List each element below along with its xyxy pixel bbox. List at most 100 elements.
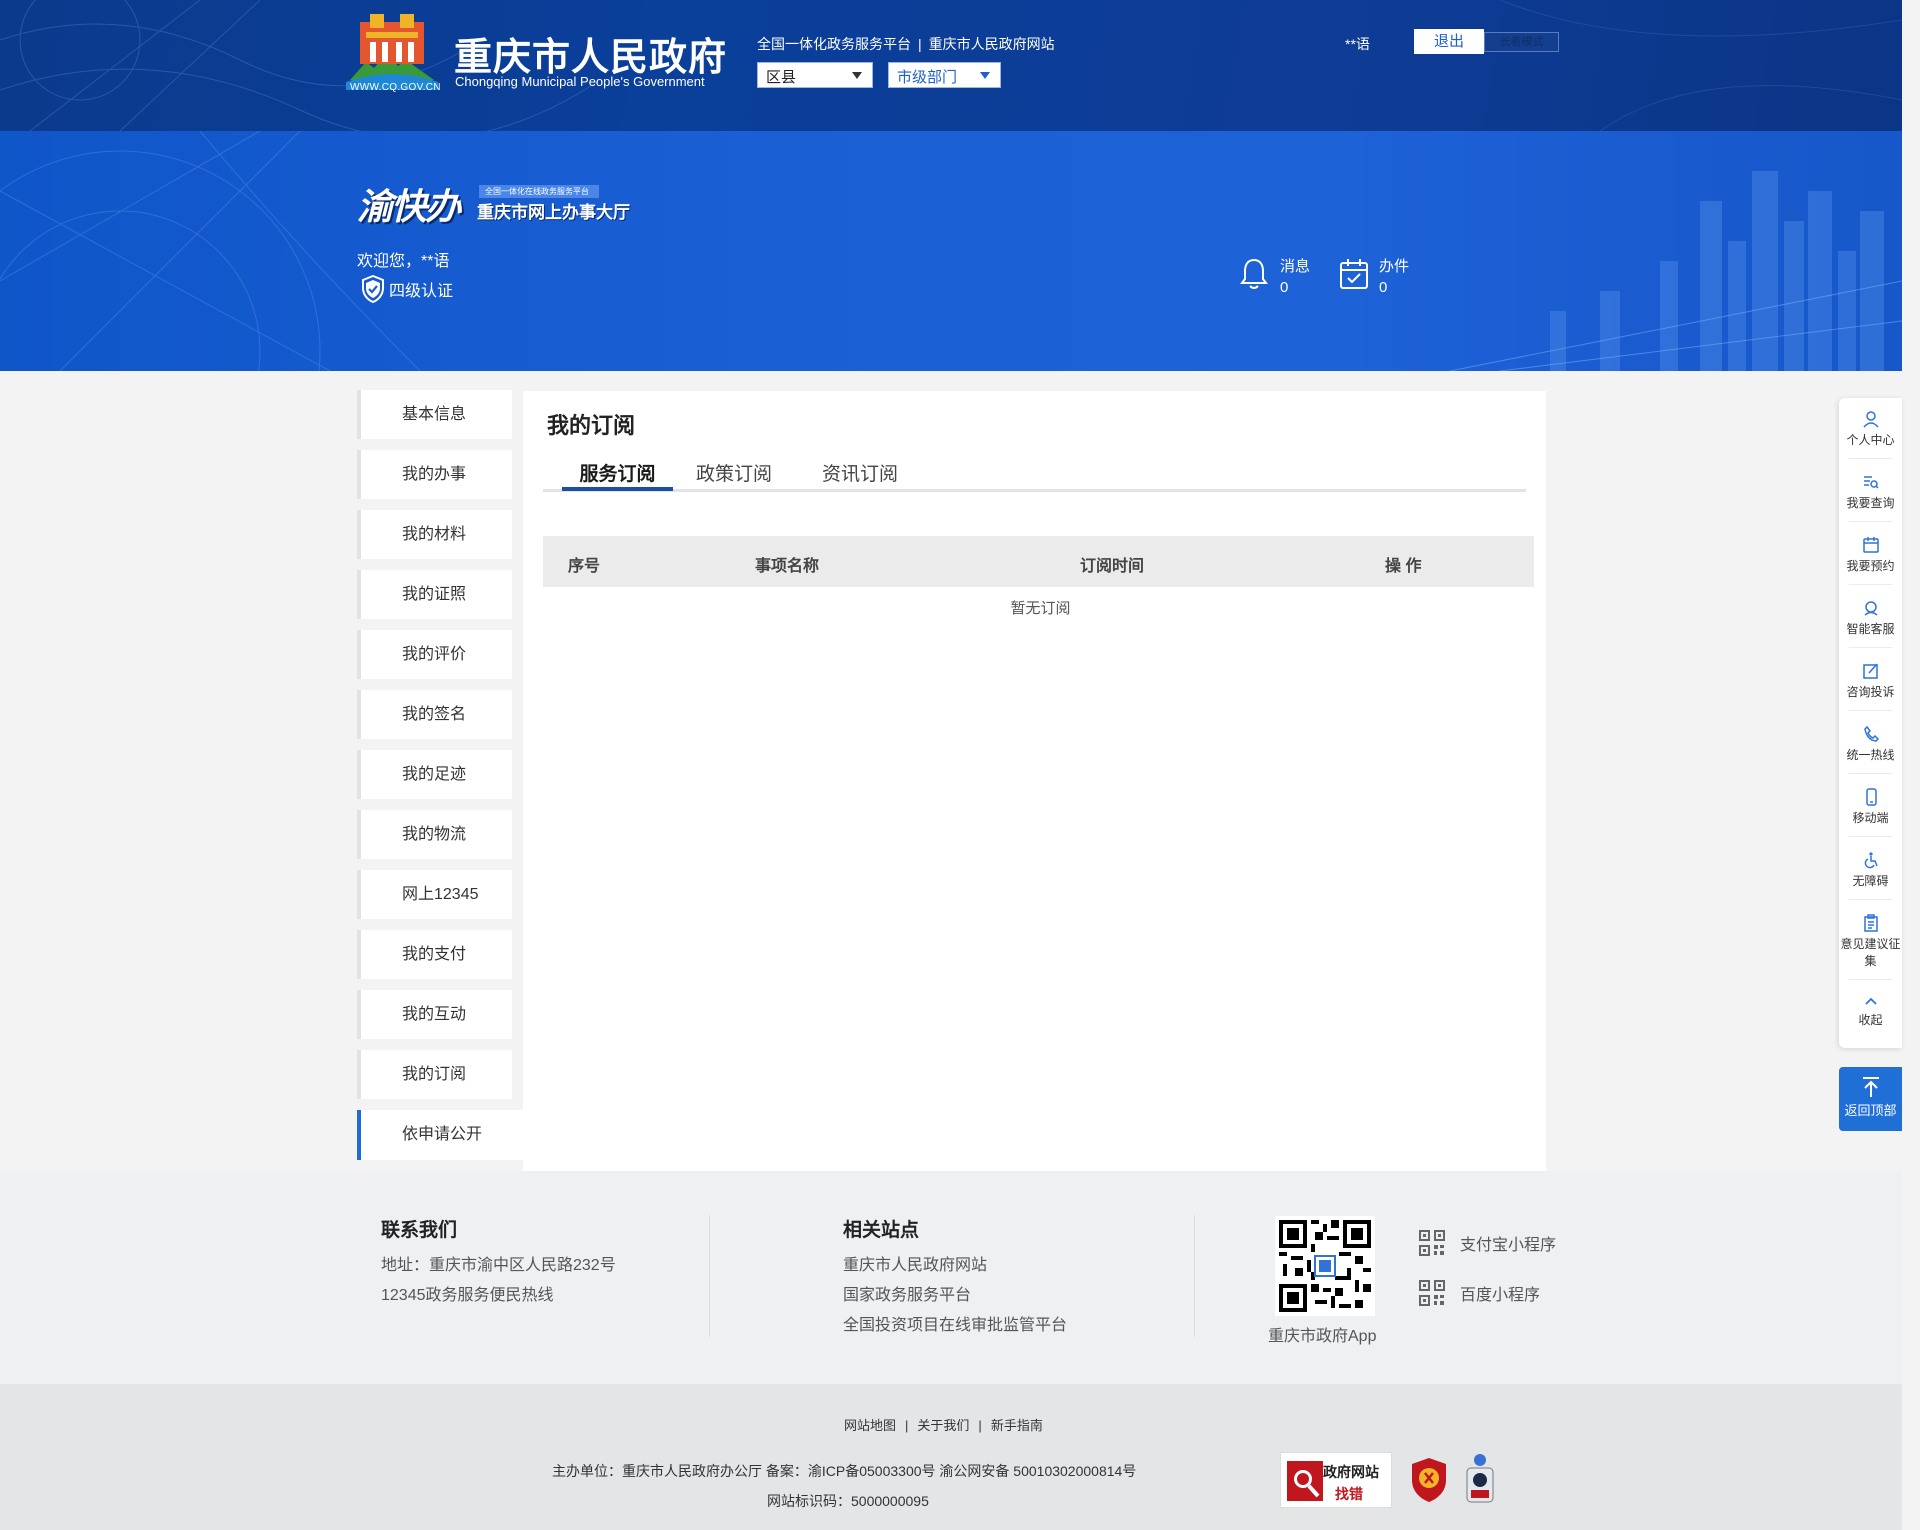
gov-name-en: Chongqing Municipal People's Government: [455, 74, 705, 89]
magnifier-icon: [1287, 1461, 1323, 1501]
footer-link-guide[interactable]: 新手指南: [991, 1418, 1043, 1433]
banner-decoration: [0, 131, 1902, 371]
toolbar-label: 咨询投诉: [1846, 685, 1895, 699]
sidebar-item-my-reviews[interactable]: 我的评价: [357, 630, 512, 679]
top-links: 全国一体化政务服务平台 | 重庆市人民政府网站: [757, 34, 1055, 54]
welcome-text: 欢迎您，**语: [357, 253, 450, 270]
elder-mode-button[interactable]: 长者模式: [1484, 32, 1559, 52]
user-banner: [0, 131, 1902, 371]
subscriptions-panel: 我的订阅 服务订阅 政策订阅 资讯订阅 序号 事项名称 订阅时间 操 作 暂无订…: [523, 391, 1546, 1172]
messages-label: 消息: [1280, 258, 1311, 275]
qr-code-icon: [1419, 1230, 1445, 1256]
qr-code-icon: [1279, 1220, 1371, 1312]
toolbar-mobile[interactable]: 移动端: [1839, 788, 1902, 837]
link-separator: |: [978, 1418, 982, 1433]
footer-link-about[interactable]: 关于我们: [917, 1418, 969, 1433]
toolbar-feedback[interactable]: 意见建议征集: [1839, 914, 1902, 980]
wheelchair-icon: [1864, 852, 1878, 869]
column-header-index: 序号: [568, 558, 601, 575]
link-separator: |: [918, 36, 922, 52]
sidebar-item-disclosure-request[interactable]: 依申请公开: [357, 1110, 523, 1160]
party-org-badge-icon[interactable]: [1409, 1456, 1449, 1504]
sidebar-item-my-interactions[interactable]: 我的互动: [357, 990, 512, 1039]
column-header-item-name: 事项名称: [755, 558, 820, 575]
footer-hotline: 12345政务服务便民热线: [381, 1287, 554, 1304]
footer-address: 地址：重庆市渝中区人民路232号: [381, 1257, 616, 1274]
sidebar-item-my-logistics[interactable]: 我的物流: [357, 810, 512, 859]
person-icon: [1862, 411, 1879, 428]
footer-link-sitemap[interactable]: 网站地图: [844, 1418, 896, 1433]
footer-link-cq-gov[interactable]: 重庆市人民政府网站: [843, 1251, 987, 1275]
sidebar-item-my-materials[interactable]: 我的材料: [357, 510, 512, 559]
toolbar-personal-center[interactable]: 个人中心: [1839, 410, 1902, 459]
table-header: 序号 事项名称 订阅时间 操 作: [543, 536, 1534, 587]
district-select-value: 区县: [766, 69, 797, 86]
calendar-check-icon: [1340, 259, 1368, 289]
sidebar-item-my-affairs[interactable]: 我的办事: [357, 450, 512, 499]
police-badge-icon[interactable]: [1461, 1452, 1499, 1506]
district-select[interactable]: 区县: [757, 62, 873, 88]
toolbar-query[interactable]: 我要查询: [1839, 473, 1902, 522]
headset-icon: [1864, 601, 1877, 616]
toolbar-smart-service[interactable]: 智能客服: [1839, 599, 1902, 648]
right-float-toolbar: 个人中心 我要查询 我要预约 智能客服 咨询投诉 统一热线 移动端 无障碍 意见…: [1839, 398, 1902, 1048]
phone-icon: [1863, 725, 1879, 742]
footer-link-national-service[interactable]: 国家政务服务平台: [843, 1281, 971, 1305]
cert-level-text: 四级认证: [389, 283, 454, 300]
alipay-mini-program[interactable]: 支付宝小程序: [1418, 1229, 1556, 1257]
tab-news-subscription[interactable]: 资讯订阅: [805, 459, 915, 491]
city-department-select[interactable]: 市级部门: [888, 62, 1001, 88]
gov-name-cn[interactable]: 重庆市人民政府: [454, 26, 727, 81]
mobile-icon: [1865, 788, 1877, 806]
sidebar-item-my-payments[interactable]: 我的支付: [357, 930, 512, 979]
toolbar-collapse[interactable]: 收起: [1839, 994, 1902, 1028]
link-national-platform[interactable]: 全国一体化政务服务平台: [757, 36, 911, 52]
footer-link-investment-platform[interactable]: 全国投资项目在线审批监管平台: [843, 1311, 1067, 1335]
column-header-actions: 操 作: [1385, 558, 1422, 575]
toolbar-label: 我要预约: [1846, 559, 1895, 573]
sidebar-item-my-footprint[interactable]: 我的足迹: [357, 750, 512, 799]
toolbar-label: 个人中心: [1846, 433, 1895, 447]
cert-level-badge: 四级认证: [361, 275, 453, 303]
footer-bottom-links: 网站地图 | 关于我们 | 新手指南: [844, 1415, 1043, 1434]
sidebar-item-basic-info[interactable]: 基本信息: [357, 390, 512, 439]
tab-service-subscription[interactable]: 服务订阅: [562, 459, 673, 491]
ykb-logo[interactable]: 渝快办: [357, 178, 461, 230]
qr-code-icon: [1419, 1280, 1445, 1306]
toolbar-accessibility[interactable]: 无障碍: [1839, 851, 1902, 900]
app-label: 重庆市政府App: [1268, 1328, 1377, 1345]
messages-count: 0: [1280, 279, 1289, 296]
city-select-value: 市级部门: [897, 69, 958, 86]
toolbar-consult-complaint[interactable]: 咨询投诉: [1839, 662, 1902, 711]
logo-url-text: WWW.CQ.GOV.CN: [350, 82, 441, 93]
sidebar-item-my-signature[interactable]: 我的签名: [357, 690, 512, 739]
subscription-tabs: 服务订阅 政策订阅 资讯订阅: [543, 463, 1526, 492]
badge-title: 政府网站: [1323, 1464, 1379, 1480]
footer-divider: [709, 1215, 710, 1337]
toolbar-label: 无障碍: [1852, 874, 1889, 888]
tasks-label: 办件: [1379, 258, 1410, 275]
toolbar-appointment[interactable]: 我要预约: [1839, 536, 1902, 585]
tab-policy-subscription[interactable]: 政策订阅: [679, 459, 789, 491]
gov-site-error-report-badge[interactable]: 政府网站 找错: [1280, 1452, 1392, 1508]
back-to-top-label: 返回顶部: [1844, 1103, 1897, 1118]
toolbar-label: 智能客服: [1846, 622, 1895, 636]
link-cq-gov-site[interactable]: 重庆市人民政府网站: [929, 36, 1055, 52]
baidu-mini-program[interactable]: 百度小程序: [1418, 1279, 1540, 1307]
toolbar-label: 移动端: [1852, 811, 1889, 825]
logout-button[interactable]: 退出: [1414, 29, 1484, 54]
sidebar-item-my-subscriptions[interactable]: 我的订阅: [357, 1050, 512, 1099]
alipay-mini-program-label: 支付宝小程序: [1460, 1237, 1557, 1254]
chevron-down-icon: [852, 72, 862, 79]
footer-contact-title: 联系我们: [381, 1220, 458, 1241]
tasks-count: 0: [1379, 279, 1388, 296]
search-list-icon: [1863, 476, 1879, 489]
shield-check-icon: [362, 275, 384, 303]
top-header: WWW.CQ.GOV.CN 重庆市人民政府 Chongqing Municipa…: [0, 0, 1902, 131]
arrow-up-icon: [1862, 1077, 1879, 1097]
sidebar-item-online-12345[interactable]: 网上12345: [357, 870, 512, 919]
toolbar-hotline[interactable]: 统一热线: [1839, 725, 1902, 774]
back-to-top-button[interactable]: 返回顶部: [1839, 1067, 1902, 1131]
sidebar-nav: 基本信息 我的办事 我的材料 我的证照 我的评价 我的签名 我的足迹 我的物流 …: [357, 390, 523, 1171]
sidebar-item-my-licenses[interactable]: 我的证照: [357, 570, 512, 619]
